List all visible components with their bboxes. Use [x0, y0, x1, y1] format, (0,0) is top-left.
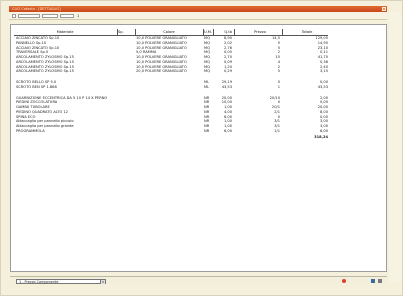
toolbar-menu-icon[interactable] — [12, 14, 16, 18]
price-mode-select[interactable]: 1 - Prezzo Componente ▾ — [16, 278, 106, 284]
header-materiale: Materiale — [56, 30, 74, 34]
toolbar-field-1[interactable] — [18, 14, 40, 18]
right-panel — [389, 12, 401, 282]
header-prezzo: Prezzo — [254, 30, 266, 34]
header-um: U.M. — [204, 30, 213, 34]
cell-prezzo: 5 — [277, 69, 280, 74]
header-totale: Totale — [301, 30, 313, 34]
cell-prezzo: 1 — [277, 84, 280, 89]
grand-total: 318,24 — [314, 134, 328, 139]
cell-qta: 43,53 — [221, 84, 232, 89]
grand-total-row: 318,24 — [14, 134, 328, 140]
price-mode-value: 1 - Prezzo Componente — [19, 279, 59, 284]
cell-totale: 3,15 — [319, 69, 328, 74]
column-divider — [282, 29, 283, 35]
toolbar-field-2[interactable] — [42, 14, 58, 18]
table-row[interactable]: ARCOLAMENTO ZYLOSMO Sp.15 20,0 POLVERE G… — [14, 69, 328, 74]
cell-materiale: SCROTO BEN SP 1.868 — [16, 84, 57, 89]
cell-um: ML — [204, 84, 210, 89]
column-divider — [234, 29, 235, 35]
materials-table: Materiale Sp. Colore U.M. Q.tà Prezzo To… — [14, 29, 328, 140]
window-title: CLIO Catasto - [DETTAGLIO] — [12, 7, 61, 11]
alert-icon[interactable] — [342, 279, 346, 283]
cell-materiale: ARCOLAMENTO ZYLOSMO Sp.15 — [16, 69, 74, 74]
cell-um: MQ — [204, 69, 210, 74]
cell-totale: 43,53 — [317, 84, 328, 89]
header-colore: Colore — [163, 30, 175, 34]
header-qta: Q.tà — [224, 30, 232, 34]
print-icon[interactable] — [378, 279, 382, 283]
toolbar-field-3[interactable] — [60, 14, 74, 18]
header-sp: Sp. — [118, 30, 124, 34]
cell-colore: 20,0 POLVERE GRANIGLIATO — [136, 69, 187, 74]
detail-sheet: Materiale Sp. Colore U.M. Q.tà Prezzo To… — [10, 24, 387, 272]
table-header: Materiale Sp. Colore U.M. Q.tà Prezzo To… — [14, 29, 328, 36]
save-icon[interactable] — [371, 279, 375, 283]
table-row[interactable]: SCROTO BEN SP 1.868 ML 43,53 1 43,53 — [14, 85, 328, 90]
toolbar: 1 — [9, 12, 387, 20]
chevron-down-icon[interactable]: ▾ — [100, 279, 105, 284]
cell-qta: 0,29 — [223, 69, 232, 74]
toolbar-page-number: 1 — [77, 13, 80, 18]
close-icon[interactable] — [382, 7, 386, 11]
status-bar: 1 - Prezzo Componente ▾ — [10, 276, 387, 284]
